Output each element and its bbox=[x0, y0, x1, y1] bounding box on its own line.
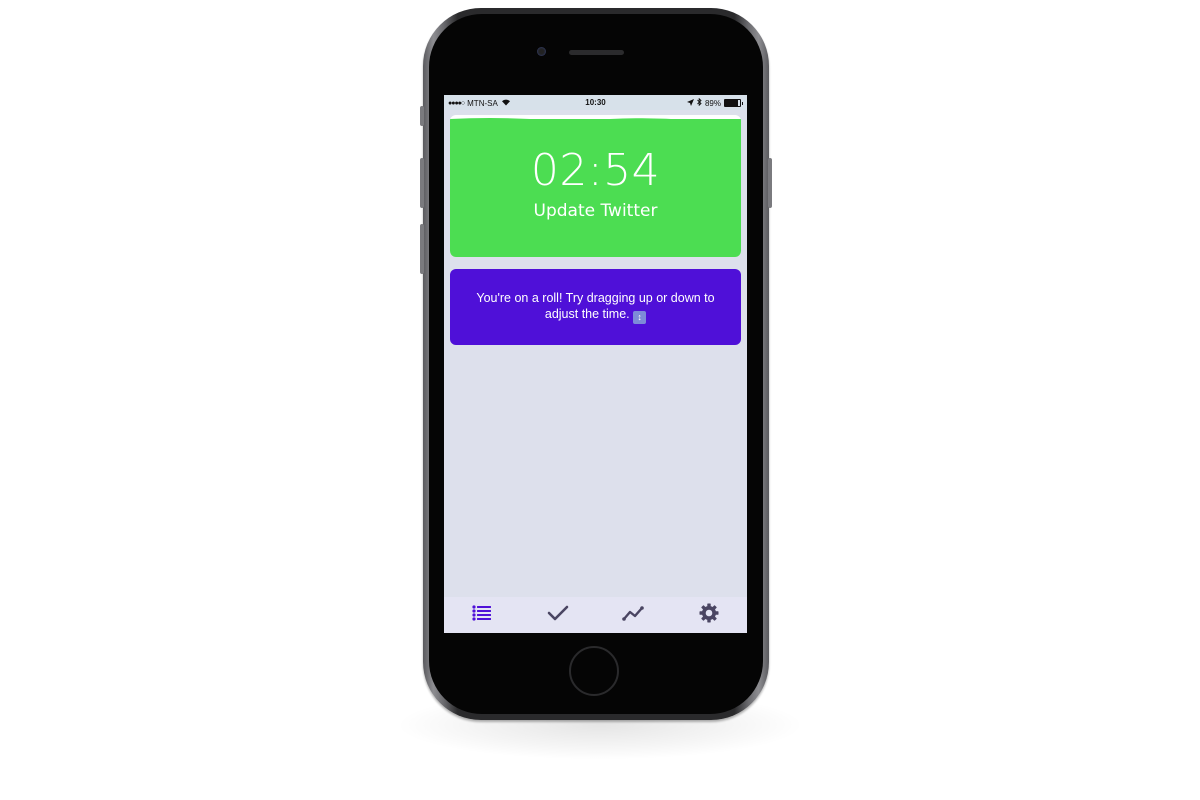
earpiece-speaker bbox=[569, 50, 624, 55]
volume-down-button bbox=[420, 224, 424, 274]
chart-line-icon bbox=[622, 605, 645, 626]
volume-up-button bbox=[420, 158, 424, 208]
home-button[interactable] bbox=[569, 646, 619, 696]
up-down-arrow-icon: ↕ bbox=[633, 311, 647, 324]
location-icon bbox=[686, 98, 694, 108]
checkmark-icon bbox=[547, 605, 569, 626]
tab-list[interactable] bbox=[444, 597, 520, 633]
tab-stats[interactable] bbox=[596, 597, 672, 633]
task-name: Update Twitter bbox=[533, 201, 658, 221]
tab-bar bbox=[444, 597, 747, 633]
status-bar: ●●●●○ MTN-SA 10:30 89% bbox=[444, 95, 747, 110]
app-screen: ●●●●○ MTN-SA 10:30 89% 02:54 Update Twit… bbox=[444, 95, 747, 633]
battery-tip bbox=[742, 101, 743, 105]
timer-countdown: 02:54 bbox=[530, 145, 661, 196]
battery-level bbox=[725, 100, 739, 106]
tip-message: You're on a roll! Try dragging up or dow… bbox=[476, 291, 715, 321]
tip-banner: You're on a roll! Try dragging up or dow… bbox=[450, 269, 741, 345]
tab-settings[interactable] bbox=[671, 597, 747, 633]
bluetooth-icon bbox=[697, 97, 702, 108]
gear-icon bbox=[699, 603, 719, 628]
timer-card[interactable]: 02:54 Update Twitter bbox=[450, 115, 741, 257]
mute-switch bbox=[420, 106, 424, 126]
progress-wave bbox=[450, 118, 741, 124]
power-button bbox=[768, 158, 772, 208]
front-camera bbox=[537, 47, 546, 56]
list-icon bbox=[472, 604, 492, 626]
tab-completed[interactable] bbox=[520, 597, 596, 633]
battery-icon bbox=[724, 99, 741, 107]
battery-percent: 89% bbox=[704, 98, 721, 108]
